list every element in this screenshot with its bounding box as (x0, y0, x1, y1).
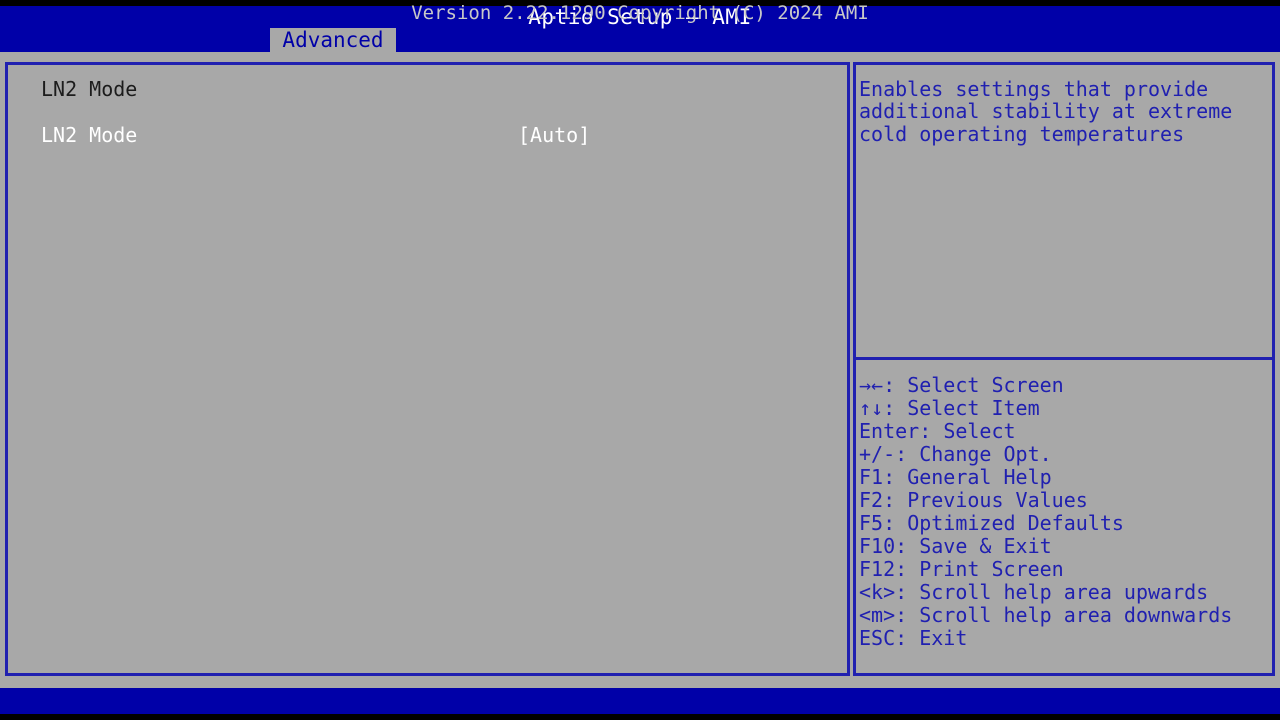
setting-label-ln2-mode: LN2 Mode (41, 124, 137, 146)
section-heading: LN2 Mode (41, 78, 137, 100)
legend-action: Optimized Defaults (907, 511, 1124, 535)
tab-advanced-label: Advanced (282, 30, 383, 51)
bios-setup-screen: Aptio Setup – AMI Advanced LN2 Mode LN2 … (0, 0, 1280, 720)
tab-advanced[interactable]: Advanced (270, 28, 396, 53)
footer-bar (0, 688, 1280, 714)
legend-line: Enter: Select (859, 420, 1271, 443)
version-copyright: Version 2.22.1290 Copyright (C) 2024 AMI (0, 3, 1280, 24)
legend-key: <m> (859, 603, 895, 627)
legend-separator: : (895, 580, 919, 604)
key-legend: →←: Select Screen↑↓: Select ItemEnter: S… (859, 374, 1271, 650)
legend-key: F2 (859, 488, 883, 512)
legend-line: F12: Print Screen (859, 558, 1271, 581)
legend-action: Save & Exit (919, 534, 1051, 558)
legend-line: +/-: Change Opt. (859, 443, 1271, 466)
legend-key: →← (859, 373, 883, 397)
legend-line: F10: Save & Exit (859, 535, 1271, 558)
legend-action: Select Screen (907, 373, 1064, 397)
legend-separator: : (883, 396, 907, 420)
legend-separator: : (919, 419, 943, 443)
legend-action: Scroll help area downwards (919, 603, 1232, 627)
setting-row-ln2-mode[interactable]: LN2 Mode [Auto] (8, 124, 847, 148)
legend-action: Print Screen (919, 557, 1064, 581)
legend-action: Select Item (907, 396, 1039, 420)
legend-separator: : (895, 534, 919, 558)
legend-separator: : (895, 442, 919, 466)
legend-key: F12 (859, 557, 895, 581)
legend-line: ↑↓: Select Item (859, 397, 1271, 420)
legend-key: F5 (859, 511, 883, 535)
legend-action: Select (943, 419, 1015, 443)
legend-action: General Help (907, 465, 1052, 489)
legend-key: F10 (859, 534, 895, 558)
legend-line: →←: Select Screen (859, 374, 1271, 397)
legend-line: F5: Optimized Defaults (859, 512, 1271, 535)
legend-line: ESC: Exit (859, 627, 1271, 650)
legend-separator: : (883, 373, 907, 397)
legend-separator: : (883, 465, 907, 489)
legend-separator: : (883, 488, 907, 512)
legend-action: Scroll help area upwards (919, 580, 1208, 604)
legend-action: Previous Values (907, 488, 1088, 512)
help-panel: Enables settings that provide additional… (853, 62, 1275, 676)
legend-separator: : (895, 603, 919, 627)
legend-separator: : (895, 557, 919, 581)
legend-line: F1: General Help (859, 466, 1271, 489)
legend-key: <k> (859, 580, 895, 604)
legend-separator: : (895, 626, 919, 650)
legend-line: F2: Previous Values (859, 489, 1271, 512)
legend-line: <m>: Scroll help area downwards (859, 604, 1271, 627)
legend-key: +/- (859, 442, 895, 466)
legend-key: F1 (859, 465, 883, 489)
legend-separator: : (883, 511, 907, 535)
legend-action: Exit (919, 626, 967, 650)
legend-action: Change Opt. (919, 442, 1051, 466)
setting-value-ln2-mode[interactable]: [Auto] (518, 124, 590, 146)
help-divider (856, 357, 1272, 360)
legend-key: ↑↓ (859, 396, 883, 420)
help-description: Enables settings that provide additional… (859, 78, 1271, 145)
settings-panel: LN2 Mode LN2 Mode [Auto] (5, 62, 850, 676)
legend-line: <k>: Scroll help area upwards (859, 581, 1271, 604)
legend-key: ESC (859, 626, 895, 650)
legend-key: Enter (859, 419, 919, 443)
